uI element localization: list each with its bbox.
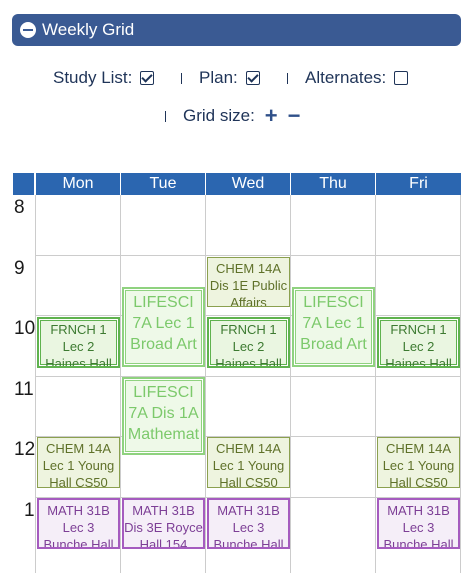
course-code: CHEM 14A <box>215 441 282 456</box>
alternates-checkbox[interactable] <box>394 71 409 85</box>
option-separator <box>165 111 166 122</box>
grid-size-decrease-button[interactable]: − <box>288 105 301 127</box>
grid-size-option: Grid size: + − <box>183 105 301 127</box>
study-list-label: Study List: <box>53 68 133 87</box>
course-section: Dis 3E Royce <box>124 519 203 535</box>
course-code: LIFESCI <box>303 294 364 311</box>
grid-column-line <box>290 195 291 573</box>
grid-hour-line <box>35 376 461 377</box>
course-location: Hall 154 <box>139 536 188 549</box>
hour-label: 10 <box>14 318 36 339</box>
course-block-frnch[interactable]: FRNCH 1 Lec 2 Haines Hall <box>37 317 120 368</box>
grid-hour-line <box>35 315 461 316</box>
course-section: Lec 2 <box>232 338 265 354</box>
course-section: Lec 2 <box>402 338 435 354</box>
hour-label: 12 <box>14 439 36 460</box>
course-block-lifesci-lec[interactable]: LIFESCI 7A Lec 1 Broad Art <box>292 287 375 367</box>
course-section: Lec 1 Young <box>212 457 285 473</box>
day-header-mon: Mon <box>36 173 120 195</box>
course-block-chem-lec[interactable]: CHEM 14A Lec 1 Young Hall CS50 <box>207 437 290 488</box>
day-header-wed: Wed <box>206 173 290 195</box>
alternates-label: Alternates: <box>305 68 387 87</box>
study-list-checkbox[interactable] <box>140 71 155 85</box>
course-section: 7A Dis 1A <box>128 404 199 422</box>
course-location: Haines Hall <box>45 355 112 368</box>
grid-column-line <box>375 195 376 573</box>
course-location: Mathemat <box>127 425 200 443</box>
grid-size-increase-button[interactable]: + <box>265 105 278 127</box>
course-block-math-lec[interactable]: MATH 31B Lec 3 Bunche Hall <box>207 498 290 549</box>
course-location: Haines Hall <box>385 355 452 368</box>
course-code: LIFESCI <box>133 294 194 311</box>
course-block-chem-lec[interactable]: CHEM 14A Lec 1 Young Hall CS50 <box>37 437 120 488</box>
grid-column-line <box>120 195 121 573</box>
course-code: MATH 31B <box>217 503 280 518</box>
plan-checkbox[interactable] <box>245 71 260 85</box>
course-section: Lec 3 <box>402 519 435 535</box>
course-section: Lec 2 <box>62 338 95 354</box>
course-code: CHEM 14A <box>45 441 112 456</box>
grid-column-line <box>205 195 206 573</box>
course-block-lifesci-lec[interactable]: LIFESCI 7A Lec 1 Broad Art <box>122 287 205 367</box>
course-block-frnch[interactable]: FRNCH 1 Lec 2 Haines Hall <box>377 317 460 368</box>
plan-label: Plan: <box>199 68 238 87</box>
course-block-chem-lec[interactable]: CHEM 14A Lec 1 Young Hall CS50 <box>377 437 460 488</box>
course-section: 7A Lec 1 <box>302 314 365 332</box>
course-location: Broad Art <box>300 335 367 353</box>
course-code: FRNCH 1 <box>50 322 107 337</box>
course-section: Lec 3 <box>62 519 95 535</box>
course-block-math-lec[interactable]: MATH 31B Lec 3 Bunche Hall <box>377 498 460 549</box>
course-location: Hall CS50 <box>49 474 108 488</box>
course-block-chem-dis[interactable]: CHEM 14A Dis 1E Public Affairs <box>207 257 290 307</box>
course-code: CHEM 14A <box>385 441 452 456</box>
course-code: MATH 31B <box>47 503 110 518</box>
day-header-thu: Thu <box>291 173 375 195</box>
minus-circle-icon[interactable] <box>20 22 36 38</box>
course-section: Dis 1E Public <box>209 277 288 293</box>
course-code: LIFESCI <box>133 384 194 401</box>
course-location: Bunche Hall <box>213 536 284 549</box>
hour-label: 9 <box>14 258 25 279</box>
course-block-frnch[interactable]: FRNCH 1 Lec 2 Haines Hall <box>207 317 290 368</box>
option-separator <box>181 73 182 84</box>
weekly-grid-header[interactable]: Weekly Grid <box>12 14 461 46</box>
course-section: Lec 1 Young <box>42 457 115 473</box>
course-block-math-dis[interactable]: MATH 31B Dis 3E Royce Hall 154 <box>122 498 205 549</box>
course-section: 7A Lec 1 <box>132 314 195 332</box>
course-code: MATH 31B <box>132 503 195 518</box>
weekly-grid-title: Weekly Grid <box>42 20 135 39</box>
course-location: Haines Hall <box>215 355 282 368</box>
course-block-math-lec[interactable]: MATH 31B Lec 3 Bunche Hall <box>37 498 120 549</box>
day-header-fri: Fri <box>376 173 461 195</box>
grid-column-line <box>460 195 461 573</box>
course-location: Broad Art <box>130 335 197 353</box>
course-section: Lec 3 <box>232 519 265 535</box>
grid-hour-line <box>35 255 461 256</box>
hour-label: 8 <box>14 197 25 218</box>
course-code: CHEM 14A <box>215 261 282 276</box>
study-list-option: Study List: <box>53 68 155 88</box>
course-location: Hall CS50 <box>219 474 278 488</box>
day-header-corner <box>13 173 34 195</box>
grid-size-label: Grid size: <box>183 106 255 125</box>
alternates-option: Alternates: <box>305 68 409 88</box>
course-section: Lec 1 Young <box>382 457 455 473</box>
course-block-lifesci-dis[interactable]: LIFESCI 7A Dis 1A Mathemat <box>122 377 205 455</box>
course-code: MATH 31B <box>387 503 450 518</box>
course-location: Bunche Hall <box>43 536 114 549</box>
course-location: Affairs <box>230 294 267 307</box>
plan-option: Plan: <box>199 68 260 88</box>
day-header-tue: Tue <box>121 173 205 195</box>
course-code: FRNCH 1 <box>220 322 277 337</box>
option-separator <box>287 73 288 84</box>
hour-label: 11 <box>14 379 34 400</box>
course-code: FRNCH 1 <box>390 322 447 337</box>
course-location: Bunche Hall <box>383 536 454 549</box>
course-location: Hall CS50 <box>389 474 448 488</box>
